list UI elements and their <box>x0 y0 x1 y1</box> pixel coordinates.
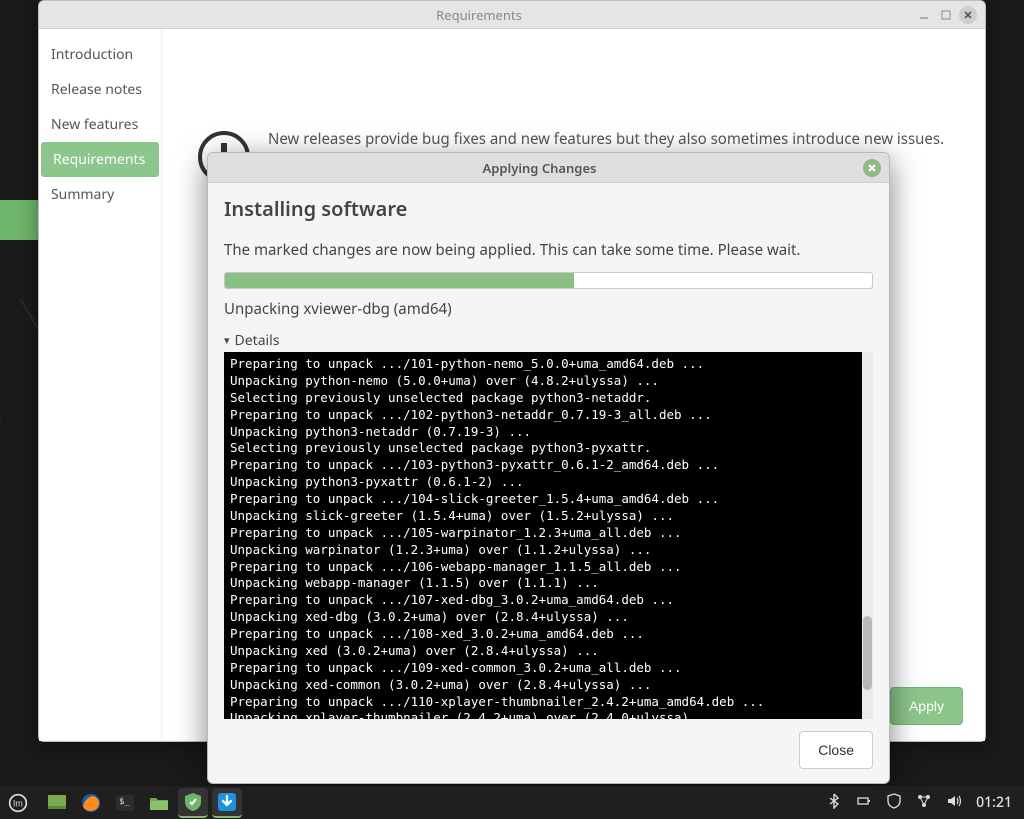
close-icon[interactable] <box>959 6 977 24</box>
menu-button[interactable]: lm <box>0 786 36 819</box>
sidebar-item-requirements[interactable]: Requirements <box>41 142 159 177</box>
bluetooth-icon[interactable] <box>826 793 842 813</box>
details-toggle[interactable]: Details <box>224 331 873 350</box>
task-firefox[interactable] <box>76 788 106 818</box>
sidebar: Introduction Release notes New features … <box>39 29 162 741</box>
sidebar-item-release-notes[interactable]: Release notes <box>39 72 161 107</box>
apply-button[interactable]: Apply <box>890 687 963 725</box>
clock[interactable]: 01:21 <box>976 793 1012 812</box>
status-text: Unpacking xviewer-dbg (amd64) <box>224 299 873 319</box>
dialog-body: Installing software The marked changes a… <box>208 183 889 731</box>
applying-changes-dialog: Applying Changes Installing software The… <box>207 152 890 784</box>
task-update-shield[interactable] <box>178 788 208 818</box>
svg-text:$_: $_ <box>119 797 130 807</box>
desktop: Requirements Introduction Release notes … <box>0 0 1024 819</box>
progress-bar <box>224 272 873 289</box>
taskbar: $_ <box>42 788 242 818</box>
titlebar[interactable]: Requirements <box>39 1 985 29</box>
progress-fill <box>225 273 574 288</box>
dialog-close-icon[interactable] <box>863 159 881 177</box>
close-button[interactable]: Close <box>799 731 873 769</box>
battery-icon[interactable] <box>856 793 872 813</box>
sidebar-item-new-features[interactable]: New features <box>39 107 161 142</box>
terminal-scrollbar[interactable] <box>862 352 873 719</box>
details-label: Details <box>235 331 280 350</box>
system-tray: 01:21 <box>826 793 1024 813</box>
taskbar-panel: lm $_ <box>0 786 1024 819</box>
dialog-heading: Installing software <box>224 195 873 222</box>
network-icon[interactable] <box>916 793 932 813</box>
dialog-titlebar[interactable]: Applying Changes <box>208 153 889 183</box>
dialog-footer: Close <box>208 731 889 783</box>
sidebar-item-introduction[interactable]: Introduction <box>39 37 161 72</box>
minimize-icon[interactable] <box>915 6 933 24</box>
sidebar-item-summary[interactable]: Summary <box>39 177 161 212</box>
scrollbar-thumb[interactable] <box>863 616 872 689</box>
terminal-container: Preparing to unpack .../101-python-nemo_… <box>224 352 873 719</box>
maximize-icon[interactable] <box>937 6 955 24</box>
task-show-desktop[interactable] <box>42 788 72 818</box>
window-title: Requirements <box>47 6 911 24</box>
volume-icon[interactable] <box>946 793 962 813</box>
task-terminal[interactable]: $_ <box>110 788 140 818</box>
left-edge-indicator <box>0 200 40 240</box>
task-downloads[interactable] <box>212 788 242 818</box>
shield-tray-icon[interactable] <box>886 793 902 813</box>
dialog-title: Applying Changes <box>216 159 863 177</box>
dialog-subtitle: The marked changes are now being applied… <box>224 240 873 260</box>
svg-text:lm: lm <box>13 798 23 808</box>
terminal-output[interactable]: Preparing to unpack .../101-python-nemo_… <box>224 352 873 719</box>
task-files[interactable] <box>144 788 174 818</box>
